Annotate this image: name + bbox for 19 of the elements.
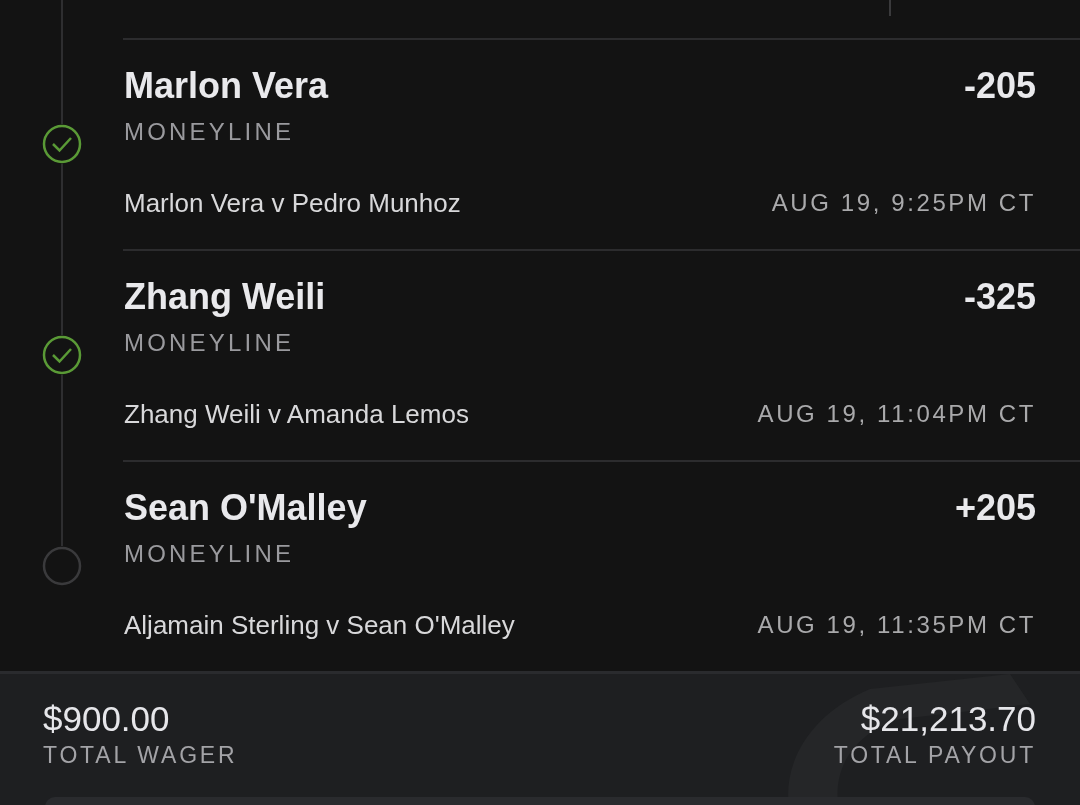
matchup: Zhang Weili v Amanda Lemos — [124, 398, 469, 431]
selection-name: Zhang Weili — [124, 275, 326, 319]
total-wager-label: TOTAL WAGER — [43, 741, 238, 770]
market-type: MONEYLINE — [124, 117, 296, 147]
market-type: MONEYLINE — [124, 539, 296, 569]
odds: -325 — [963, 275, 1036, 319]
event-time: AUG 19, 9:25PM CT — [771, 188, 1036, 218]
odds: +205 — [954, 486, 1036, 530]
total-payout: $21,213.70 — [860, 698, 1036, 740]
total-wager: $900.00 — [43, 698, 171, 740]
selection-name: Sean O'Malley — [124, 486, 367, 530]
event-time: AUG 19, 11:35PM CT — [757, 610, 1036, 640]
matchup: Aljamain Sterling v Sean O'Malley — [124, 609, 515, 642]
odds: -205 — [963, 64, 1036, 108]
selection-name: Marlon Vera — [124, 64, 329, 108]
matchup: Marlon Vera v Pedro Munhoz — [124, 187, 461, 220]
market-type: MONEYLINE — [124, 328, 296, 358]
event-time: AUG 19, 11:04PM CT — [757, 399, 1036, 429]
total-payout-label: TOTAL PAYOUT — [833, 741, 1036, 770]
